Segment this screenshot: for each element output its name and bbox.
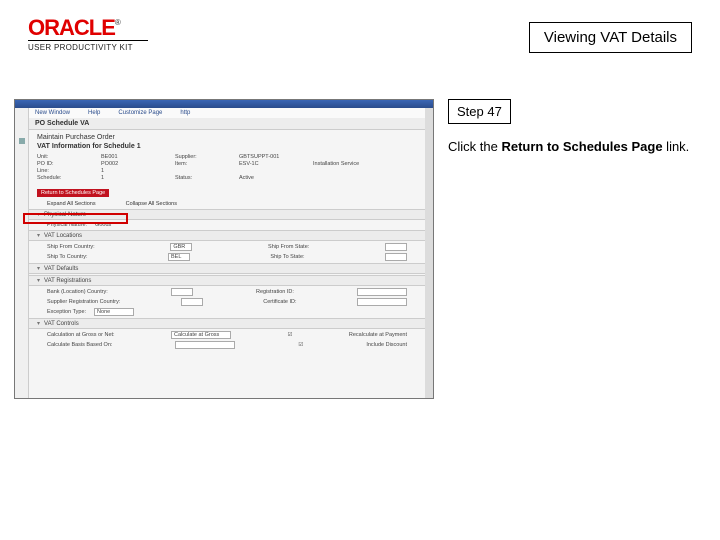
side-gutter bbox=[15, 108, 29, 398]
step-instruction: Click the Return to Schedules Page link. bbox=[448, 138, 698, 156]
brand-tm: ® bbox=[115, 18, 121, 27]
page-title: Viewing VAT Details bbox=[529, 22, 692, 53]
panel-title: Maintain Purchase Order bbox=[37, 134, 417, 141]
return-to-schedules-link[interactable]: Return to Schedules Page bbox=[37, 189, 109, 197]
header-fields: Unit:BE001 Supplier:GBTSUPPT-001 PO ID:P… bbox=[37, 154, 417, 181]
window-titlebar bbox=[15, 100, 433, 108]
section-vat-registrations[interactable]: ▾VAT Registrations bbox=[29, 275, 425, 286]
embedded-screenshot: New Window Help Customize Page http PO S… bbox=[14, 99, 434, 399]
breadcrumb: PO Schedule VA bbox=[29, 118, 425, 130]
section-vat-controls[interactable]: ▾VAT Controls bbox=[29, 318, 425, 329]
section-vat-locations[interactable]: ▾VAT Locations bbox=[29, 230, 425, 241]
panel-subtitle: VAT Information for Schedule 1 bbox=[37, 143, 417, 150]
scrollbar bbox=[425, 108, 433, 398]
collapse-all-link[interactable]: Collapse All Sections bbox=[126, 201, 177, 207]
top-links: New Window Help Customize Page http bbox=[29, 108, 425, 118]
brand-sub: USER PRODUCTIVITY KIT bbox=[28, 43, 148, 52]
step-indicator: Step 47 bbox=[448, 99, 511, 124]
brand-rule bbox=[28, 40, 148, 41]
expand-all-link[interactable]: Expand All Sections bbox=[47, 201, 96, 207]
brand-logo: ORACLE® USER PRODUCTIVITY KIT bbox=[28, 18, 148, 52]
section-physical-nature[interactable]: ▾Physical Nature bbox=[29, 209, 425, 220]
brand-word: ORACLE bbox=[28, 15, 115, 40]
section-vat-defaults[interactable]: ▾VAT Defaults bbox=[29, 263, 425, 274]
